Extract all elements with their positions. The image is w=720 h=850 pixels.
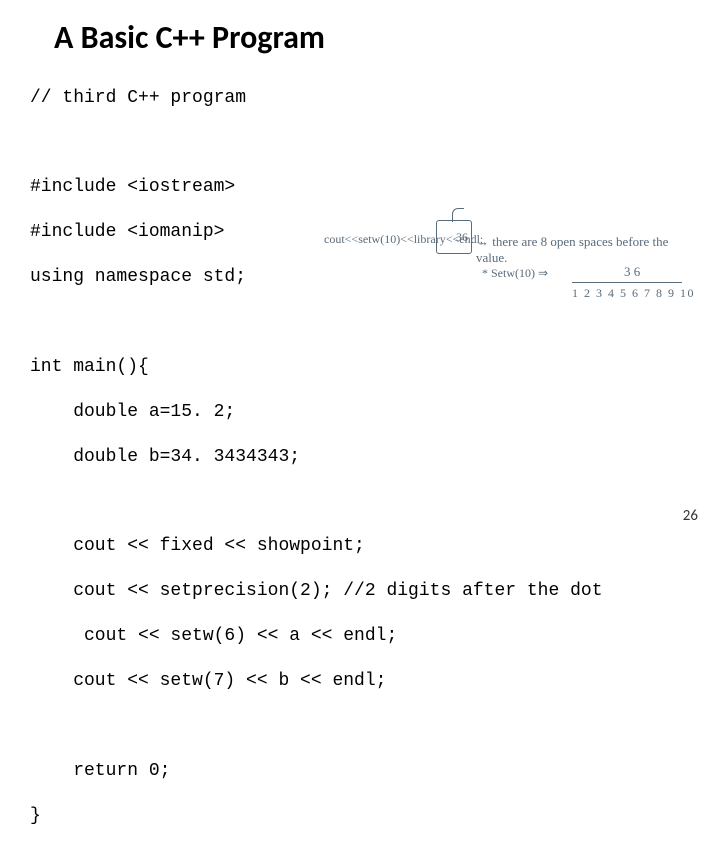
annotation-output: 3 6 xyxy=(624,264,640,280)
code-line: cout << fixed << showpoint; xyxy=(30,535,690,558)
slide-title: A Basic C++ Program xyxy=(54,18,690,58)
annotation-arrow-text: → there are 8 open spaces before the val… xyxy=(476,234,694,267)
page-number: 26 xyxy=(683,507,698,526)
code-line: // third C++ program xyxy=(30,87,690,110)
code-line: double a=15. 2; xyxy=(30,401,690,424)
blank-line xyxy=(30,491,690,513)
code-block: // third C++ program #include <iostream>… xyxy=(30,64,690,850)
blank-line xyxy=(30,715,690,737)
annotation-box: 36 xyxy=(436,220,472,254)
annotation-underline xyxy=(572,282,682,283)
code-line: #include <iostream> xyxy=(30,176,690,199)
annotation-positions: 1 2 3 4 5 6 7 8 9 10 xyxy=(572,286,695,301)
annotation-setw: * Setw(10) ⇒ xyxy=(482,266,548,281)
handwritten-annotation: cout<<setw(10)<<library<<endl; 36 → ther… xyxy=(324,226,694,316)
blank-line xyxy=(30,132,690,154)
code-line: cout << setw(6) << a << endl; xyxy=(30,625,690,648)
code-line: int main(){ xyxy=(30,356,690,379)
code-line: cout << setprecision(2); //2 digits afte… xyxy=(30,580,690,603)
code-line: cout << setw(7) << b << endl; xyxy=(30,670,690,693)
code-line: double b=34. 3434343; xyxy=(30,446,690,469)
code-line: return 0; xyxy=(30,760,690,783)
code-line: } xyxy=(30,805,690,828)
